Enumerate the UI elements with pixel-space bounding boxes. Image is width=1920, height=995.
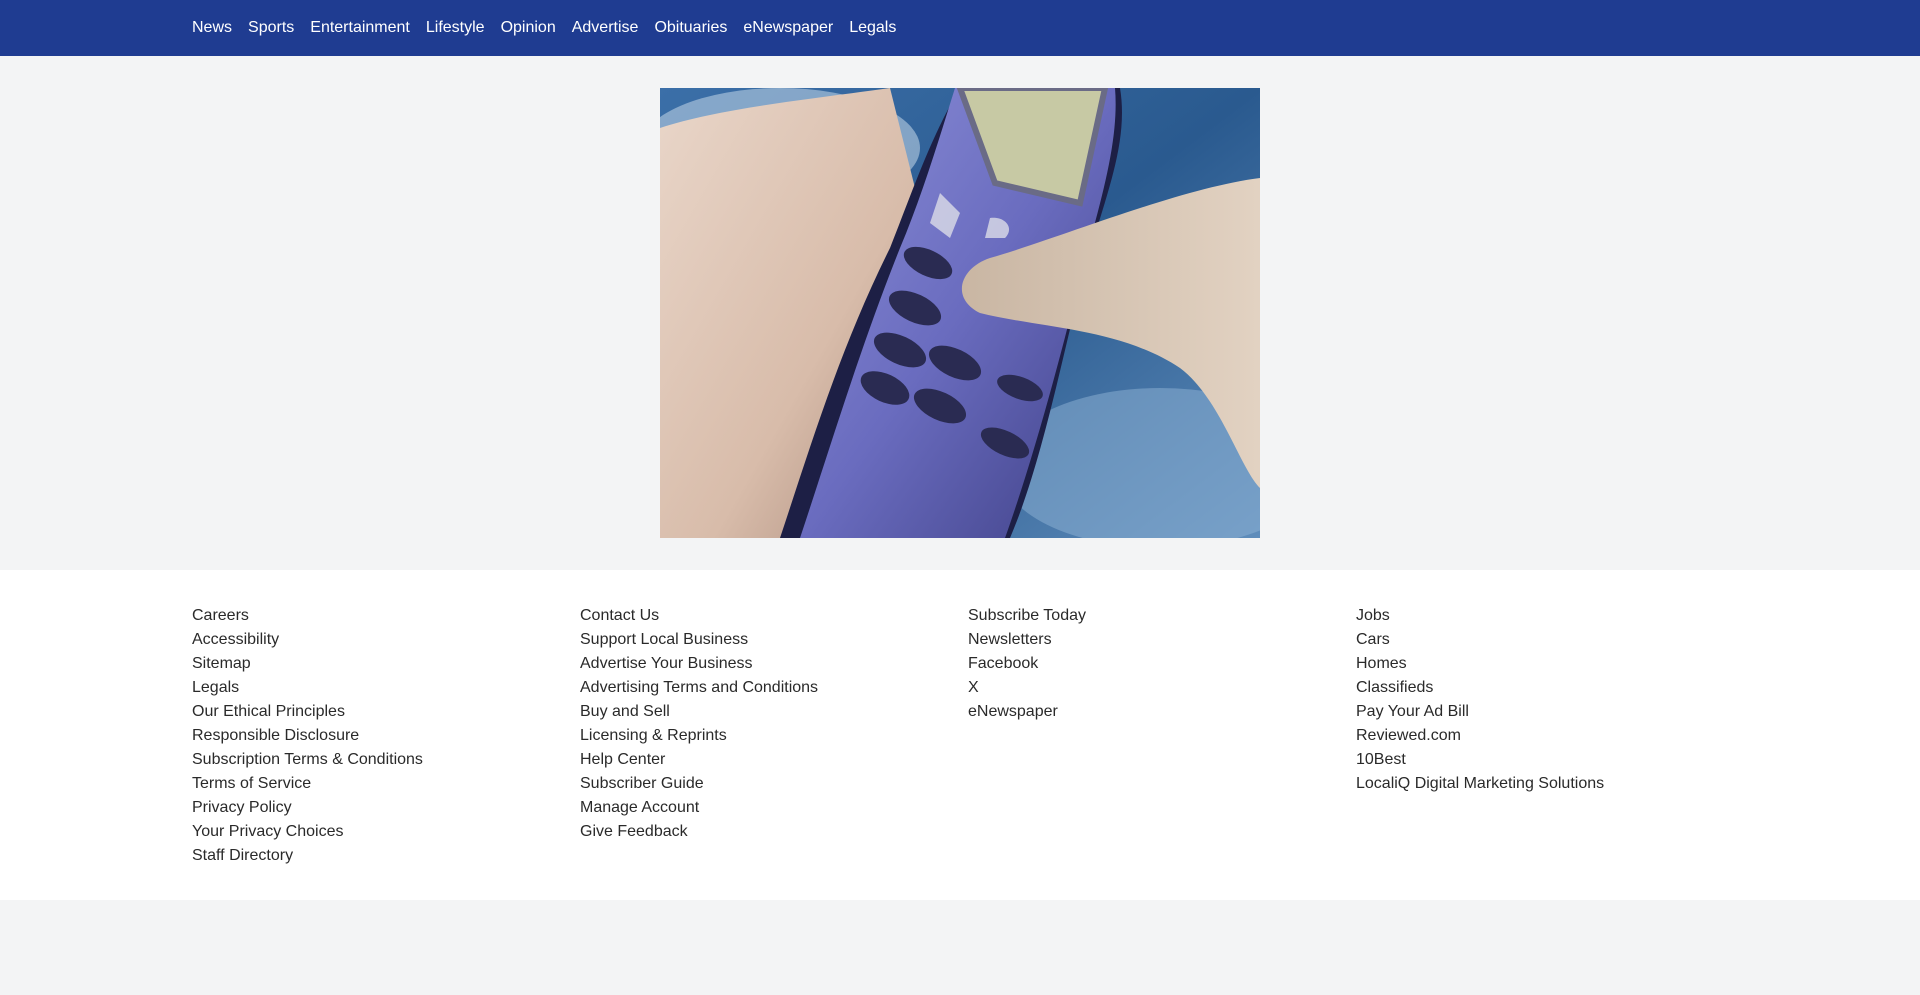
footer-link[interactable]: Classifieds xyxy=(1356,676,1604,700)
footer-link[interactable]: Homes xyxy=(1356,652,1604,676)
nav-item-obituaries[interactable]: Obituaries xyxy=(654,19,727,37)
footer-link[interactable]: Subscription Terms & Conditions xyxy=(192,748,423,772)
footer-link[interactable]: Terms of Service xyxy=(192,772,423,796)
footer-link[interactable]: Sitemap xyxy=(192,652,423,676)
footer-link[interactable]: Advertise Your Business xyxy=(580,652,818,676)
footer-link[interactable]: Support Local Business xyxy=(580,628,818,652)
footer-link[interactable]: Licensing & Reprints xyxy=(580,724,818,748)
hero-image[interactable] xyxy=(660,88,1260,538)
site-footer: Careers Accessibility Sitemap Legals Our… xyxy=(0,570,1920,900)
footer-link[interactable]: Your Privacy Choices xyxy=(192,820,423,844)
footer-link[interactable]: X xyxy=(968,676,1086,700)
footer-link[interactable]: Newsletters xyxy=(968,628,1086,652)
nav-menu: News Sports Entertainment Lifestyle Opin… xyxy=(192,0,912,56)
top-navigation: News Sports Entertainment Lifestyle Opin… xyxy=(0,0,1920,56)
footer-link[interactable]: Responsible Disclosure xyxy=(192,724,423,748)
footer-link[interactable]: Accessibility xyxy=(192,628,423,652)
footer-column-our-partners: Jobs Cars Homes Classifieds Pay Your Ad … xyxy=(1356,604,1604,796)
footer-link[interactable]: Staff Directory xyxy=(192,844,423,868)
nav-item-sports[interactable]: Sports xyxy=(248,19,294,37)
footer-link[interactable]: Contact Us xyxy=(580,604,818,628)
footer-column-support: Contact Us Support Local Business Advert… xyxy=(580,604,818,844)
nav-item-legals[interactable]: Legals xyxy=(849,19,896,37)
hero-section xyxy=(0,56,1920,570)
footer-link[interactable]: Privacy Policy xyxy=(192,796,423,820)
footer-link[interactable]: Legals xyxy=(192,676,423,700)
nav-item-entertainment[interactable]: Entertainment xyxy=(310,19,410,37)
footer-link[interactable]: Facebook xyxy=(968,652,1086,676)
footer-link[interactable]: Subscribe Today xyxy=(968,604,1086,628)
nav-item-enewspaper[interactable]: eNewspaper xyxy=(743,19,833,37)
bottom-spacer xyxy=(0,900,1920,995)
footer-link[interactable]: Our Ethical Principles xyxy=(192,700,423,724)
footer-link[interactable]: Pay Your Ad Bill xyxy=(1356,700,1604,724)
footer-link[interactable]: eNewspaper xyxy=(968,700,1086,724)
footer-link[interactable]: Careers xyxy=(192,604,423,628)
footer-link[interactable]: Buy and Sell xyxy=(580,700,818,724)
phone-photo-illustration xyxy=(660,88,1260,538)
footer-link[interactable]: Give Feedback xyxy=(580,820,818,844)
nav-item-news[interactable]: News xyxy=(192,19,232,37)
footer-link[interactable]: 10Best xyxy=(1356,748,1604,772)
footer-link[interactable]: Subscriber Guide xyxy=(580,772,818,796)
footer-link[interactable]: Manage Account xyxy=(580,796,818,820)
footer-link[interactable]: Jobs xyxy=(1356,604,1604,628)
nav-item-lifestyle[interactable]: Lifestyle xyxy=(426,19,485,37)
footer-link[interactable]: Reviewed.com xyxy=(1356,724,1604,748)
nav-item-opinion[interactable]: Opinion xyxy=(501,19,556,37)
footer-column-stay-connected: Subscribe Today Newsletters Facebook X e… xyxy=(968,604,1086,724)
nav-item-advertise[interactable]: Advertise xyxy=(572,19,639,37)
footer-link[interactable]: Advertising Terms and Conditions xyxy=(580,676,818,700)
footer-link[interactable]: Help Center xyxy=(580,748,818,772)
footer-column-company: Careers Accessibility Sitemap Legals Our… xyxy=(192,604,423,868)
footer-link[interactable]: LocaliQ Digital Marketing Solutions xyxy=(1356,772,1604,796)
footer-link[interactable]: Cars xyxy=(1356,628,1604,652)
